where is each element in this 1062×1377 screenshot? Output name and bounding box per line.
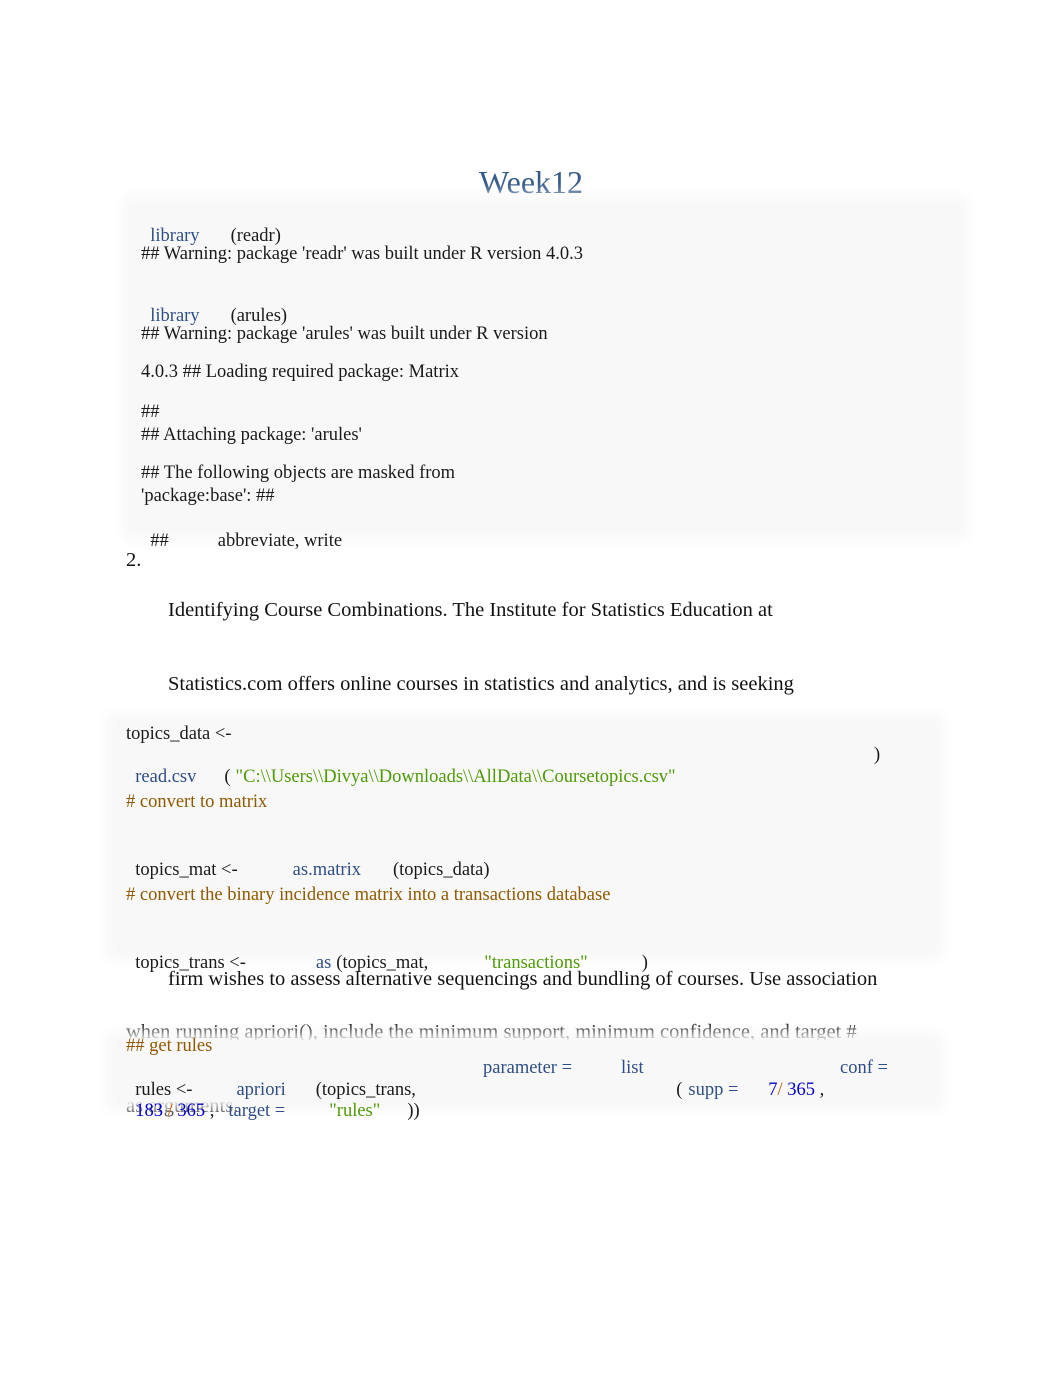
- hash-marker: ##: [150, 531, 169, 551]
- function-name: as: [315, 953, 332, 973]
- operator: /: [167, 1101, 173, 1121]
- target-keyword: target =: [228, 1101, 286, 1121]
- function-name: read.csv: [135, 767, 197, 787]
- parameter-keyword: parameter =: [483, 1058, 573, 1078]
- comma: ,: [819, 1080, 825, 1100]
- output-line: ## abbreviate, write: [141, 508, 342, 552]
- code-line: library (readr): [141, 203, 281, 247]
- code-args: (topics_data): [392, 860, 490, 880]
- output-line: ## Warning: package 'arules' was built u…: [141, 324, 548, 344]
- target-string: "rules": [329, 1101, 381, 1121]
- code-line: topics_data <-: [126, 724, 232, 744]
- code-line: read.csv ("C:\\Users\\Divya\\Downloads\\A…: [126, 744, 676, 788]
- code-line: library (arules): [141, 283, 287, 327]
- operator: /: [777, 1080, 783, 1100]
- class-string: "transactions": [484, 953, 588, 973]
- code-line: topics_trans <- as (topics_mat, "transactio…: [126, 930, 648, 974]
- question-number: 2.: [126, 549, 142, 571]
- number: 183: [135, 1101, 163, 1121]
- number: 7: [768, 1080, 778, 1100]
- output-line: ## Attaching package: 'arules': [141, 425, 362, 445]
- file-path-string: "C:\\Users\\Divya\\Downloads\\AllData\\C…: [235, 767, 676, 787]
- number: 365: [177, 1101, 206, 1121]
- function-name: as.matrix: [292, 860, 361, 880]
- assignment: topics_mat <-: [135, 860, 238, 880]
- output-line: 4.0.3 ## Loading required package: Matri…: [141, 362, 459, 382]
- question-line: Statistics.com offers online courses in …: [168, 672, 794, 695]
- output-line: ##: [141, 402, 160, 422]
- conf-keyword: conf =: [840, 1058, 888, 1078]
- code-comment: # convert the binary incidence matrix in…: [126, 885, 611, 905]
- code-line: (supp =: [667, 1057, 738, 1101]
- paren: (: [676, 1080, 683, 1100]
- code-comment: ## get rules: [126, 1036, 213, 1056]
- code-comment: # convert to matrix: [126, 792, 268, 812]
- function-name: list: [621, 1058, 644, 1078]
- supp-keyword: supp =: [688, 1080, 739, 1100]
- code-line: topics_mat <- as.matrix (topics_data): [126, 837, 490, 881]
- paren: ): [874, 745, 881, 765]
- code-line: 183 / 365 , target = "rules")): [126, 1078, 420, 1122]
- supp-value: 7/ 365 ,: [759, 1057, 824, 1101]
- output-line: ## Warning: package 'readr' was built un…: [141, 244, 584, 264]
- paren: )): [407, 1101, 420, 1121]
- assignment: topics_trans <-: [135, 953, 246, 973]
- number: 365: [787, 1080, 816, 1100]
- question-line: Identifying Course Combinations. The Ins…: [168, 599, 773, 622]
- page-title: Week12: [478, 164, 584, 200]
- paren: (: [224, 767, 231, 787]
- masked-objects: abbreviate, write: [217, 531, 343, 551]
- comma: ,: [209, 1101, 215, 1121]
- output-line: 'package:base': ##: [141, 486, 275, 506]
- code-args: (topics_mat,: [336, 953, 429, 973]
- paren: ): [641, 953, 648, 973]
- output-line: ## The following objects are masked from: [141, 463, 456, 483]
